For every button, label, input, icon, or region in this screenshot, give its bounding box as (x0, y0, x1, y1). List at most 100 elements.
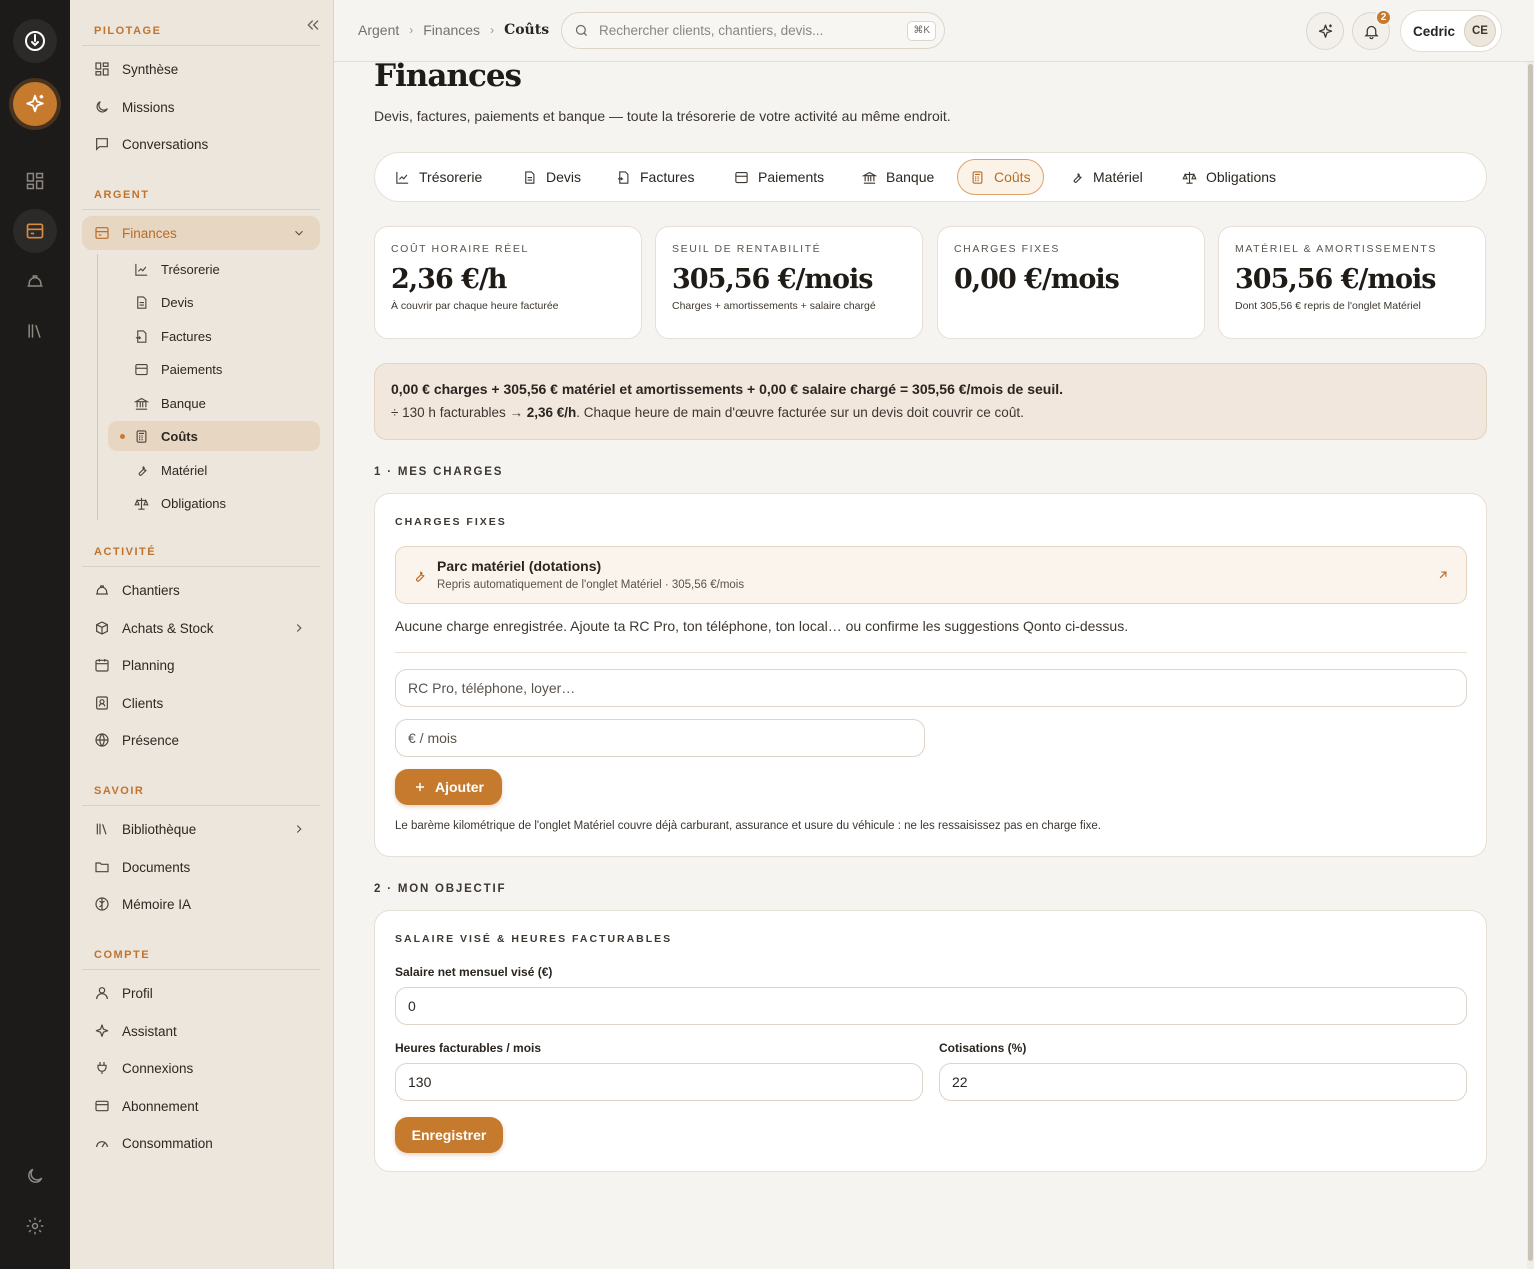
ai-assistant-button[interactable] (1306, 12, 1344, 50)
power-logo-icon[interactable] (13, 19, 57, 63)
hours-input[interactable] (395, 1063, 923, 1101)
add-charge-button[interactable]: Ajouter (395, 769, 502, 805)
finance-wallet-icon[interactable] (13, 209, 57, 253)
ai-sparkle-icon[interactable] (13, 82, 57, 126)
globe-icon (94, 732, 110, 748)
card-title: SALAIRE VISÉ & HEURES FACTURABLES (395, 933, 673, 945)
credit-card-icon (94, 1098, 110, 1114)
sidebar-item-achats-stock[interactable]: Achats & Stock (82, 611, 320, 645)
wallet-icon (94, 225, 110, 241)
chevron-right-icon: › (490, 23, 495, 37)
sidebar-sub-banque[interactable]: Banque (108, 388, 320, 418)
sidebar-item-documents[interactable]: Documents (82, 850, 320, 884)
tab-materiel[interactable]: Matériel (1057, 159, 1155, 195)
charge-amount-input[interactable] (395, 719, 925, 757)
breadcrumb: Argent › Finances › Coûts (358, 22, 549, 38)
scrollbar[interactable] (1527, 62, 1534, 1269)
sidebar-item-planning[interactable]: Planning (82, 648, 320, 682)
sidebar-sub-factures[interactable]: Factures (108, 321, 320, 351)
sidebar-item-presence[interactable]: Présence (82, 723, 320, 757)
empty-charges-text: Aucune charge enregistrée. Ajoute ta RC … (395, 618, 1129, 634)
arrow-up-right-icon[interactable] (1436, 568, 1450, 582)
parc-subtitle: Repris automatiquement de l'onglet Matér… (437, 579, 745, 591)
kpi-value: 305,56 €/mois (672, 264, 873, 295)
divider (395, 652, 1467, 653)
sidebar-sub-label: Factures (161, 328, 212, 344)
wrench-icon (134, 463, 149, 478)
search-shortcut: ⌘K (907, 21, 936, 41)
sidebar-item-consommation[interactable]: Consommation (82, 1126, 320, 1160)
tab-paiements[interactable]: Paiements (722, 159, 836, 195)
tab-label: Matériel (1093, 169, 1143, 185)
sidebar-item-label: Synthèse (122, 61, 179, 77)
sidebar-sub-materiel[interactable]: Matériel (108, 455, 320, 485)
moon-icon[interactable] (13, 1154, 57, 1198)
sidebar-item-assistant[interactable]: Assistant (82, 1014, 320, 1048)
kpi-label: MATÉRIEL & AMORTISSEMENTS (1235, 243, 1438, 255)
sidebar-item-label: Missions (122, 99, 175, 115)
sidebar-item-connexions[interactable]: Connexions (82, 1051, 320, 1085)
tab-banque[interactable]: Banque (850, 159, 946, 195)
hardhat-icon[interactable] (13, 259, 57, 303)
save-button[interactable]: Enregistrer (395, 1117, 503, 1153)
settings-gear-icon[interactable] (13, 1204, 57, 1248)
kpi-cout-horaire: COÛT HORAIRE RÉEL 2,36 €/h À couvrir par… (374, 226, 642, 339)
parc-materiel-row[interactable]: Parc matériel (dotations) Repris automat… (395, 546, 1467, 604)
tab-factures[interactable]: Factures (604, 159, 706, 195)
section-title-charges: 1 · MES CHARGES (374, 466, 504, 478)
sidebar-sub-devis[interactable]: Devis (108, 287, 320, 317)
sidebar-sub-label: Trésorerie (161, 261, 220, 277)
tab-devis[interactable]: Devis (510, 159, 593, 195)
tab-label: Obligations (1206, 169, 1277, 185)
sidebar-item-chantiers[interactable]: Chantiers (82, 573, 320, 607)
user-menu[interactable]: Cedric CE (1400, 10, 1502, 52)
sparkle-icon (1318, 23, 1332, 38)
bank-icon (134, 396, 149, 411)
salary-input[interactable] (395, 987, 1467, 1025)
chat-bubble-icon (94, 136, 110, 152)
moon-crescent-icon (94, 99, 110, 115)
sidebar-sub-obligations[interactable]: Obligations (108, 488, 320, 518)
sidebar-item-synthese[interactable]: Synthèse (82, 52, 320, 86)
sidebar-item-clients[interactable]: Clients (82, 686, 320, 720)
library-icon[interactable] (13, 309, 57, 353)
tab-obligations[interactable]: Obligations (1170, 159, 1288, 195)
sidebar-item-finances[interactable]: Finances (82, 216, 320, 250)
active-dot (120, 434, 125, 439)
collapse-sidebar-icon[interactable] (302, 14, 324, 36)
hardhat-icon (94, 582, 110, 598)
dashboard-grid-icon[interactable] (13, 159, 57, 203)
sidebar-item-memoire-ia[interactable]: Mémoire IA (82, 887, 320, 921)
charge-name-input[interactable] (395, 669, 1467, 707)
grid-icon (94, 61, 110, 77)
calculation-banner: 0,00 € charges + 305,56 € matériel et am… (374, 363, 1487, 440)
sidebar-item-profil[interactable]: Profil (82, 976, 320, 1010)
sidebar-sub-tresorerie[interactable]: Trésorerie (108, 254, 320, 284)
sidebar-item-label: Connexions (122, 1060, 194, 1076)
sidebar-sub-label: Banque (161, 395, 206, 411)
sidebar-item-abonnement[interactable]: Abonnement (82, 1089, 320, 1123)
main-content: Finances Devis, factures, paiements et b… (334, 62, 1526, 1269)
sidebar-sub-couts[interactable]: Coûts (108, 421, 320, 451)
sidebar-item-conversations[interactable]: Conversations (82, 127, 320, 161)
breadcrumb-argent[interactable]: Argent (358, 22, 399, 38)
card-title: CHARGES FIXES (395, 516, 507, 528)
tab-couts[interactable]: Coûts (957, 159, 1044, 195)
tab-tresorerie[interactable]: Trésorerie (383, 159, 494, 195)
breadcrumb-finances[interactable]: Finances (423, 22, 480, 38)
sidebar-item-label: Chantiers (122, 582, 180, 598)
sidebar-item-missions[interactable]: Missions (82, 90, 320, 124)
sidebar-item-label: Présence (122, 732, 180, 748)
notifications-button[interactable]: 2 (1352, 9, 1392, 50)
sidebar-sub-paiements[interactable]: Paiements (108, 354, 320, 384)
divider (82, 805, 320, 806)
kpi-caption: À couvrir par chaque heure facturée (391, 300, 559, 312)
section-title-objectif: 2 · MON OBJECTIF (374, 883, 507, 895)
cotisations-input[interactable] (939, 1063, 1467, 1101)
search-placeholder: Rechercher clients, chantiers, devis... (599, 23, 824, 38)
invoice-icon (134, 329, 149, 344)
scrollbar-thumb[interactable] (1528, 64, 1533, 1261)
search-bar[interactable]: Rechercher clients, chantiers, devis... … (561, 12, 945, 49)
avatar: CE (1464, 15, 1496, 47)
sidebar-item-bibliotheque[interactable]: Bibliothèque (82, 812, 320, 846)
